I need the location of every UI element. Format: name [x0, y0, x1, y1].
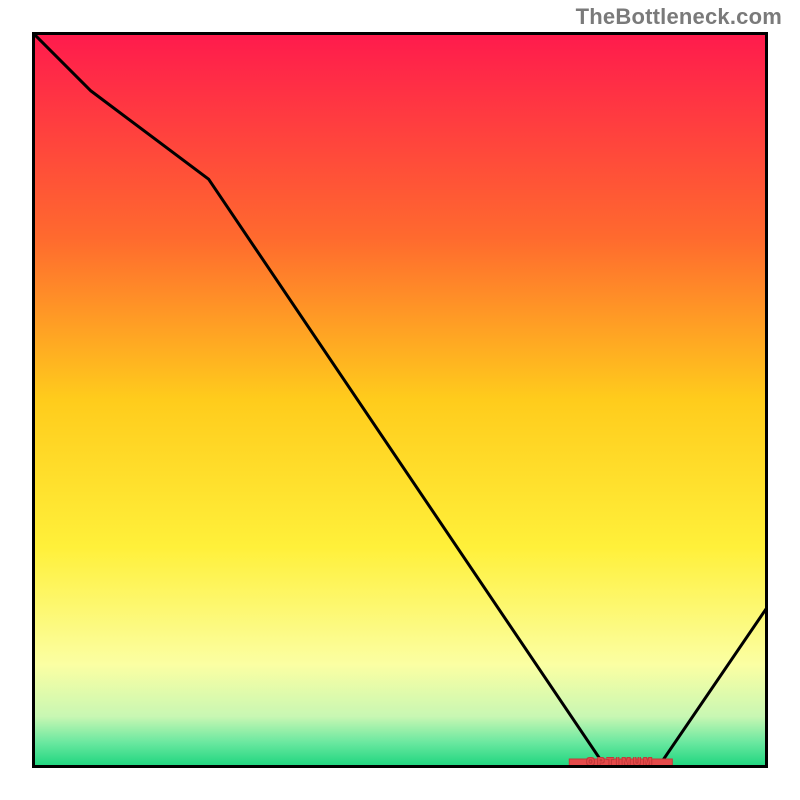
watermark-text: TheBottleneck.com: [576, 4, 782, 30]
chart-svg: [32, 32, 768, 768]
chart-background: [32, 32, 768, 768]
plot-area: OPTIMUM: [32, 32, 768, 768]
chart-stage: TheBottleneck.com OPTIMUM: [0, 0, 800, 800]
plot-frame-top: [32, 32, 768, 35]
plot-frame-bottom: [32, 765, 768, 768]
plot-frame-left: [32, 32, 35, 768]
plot-frame-right: [765, 32, 768, 768]
